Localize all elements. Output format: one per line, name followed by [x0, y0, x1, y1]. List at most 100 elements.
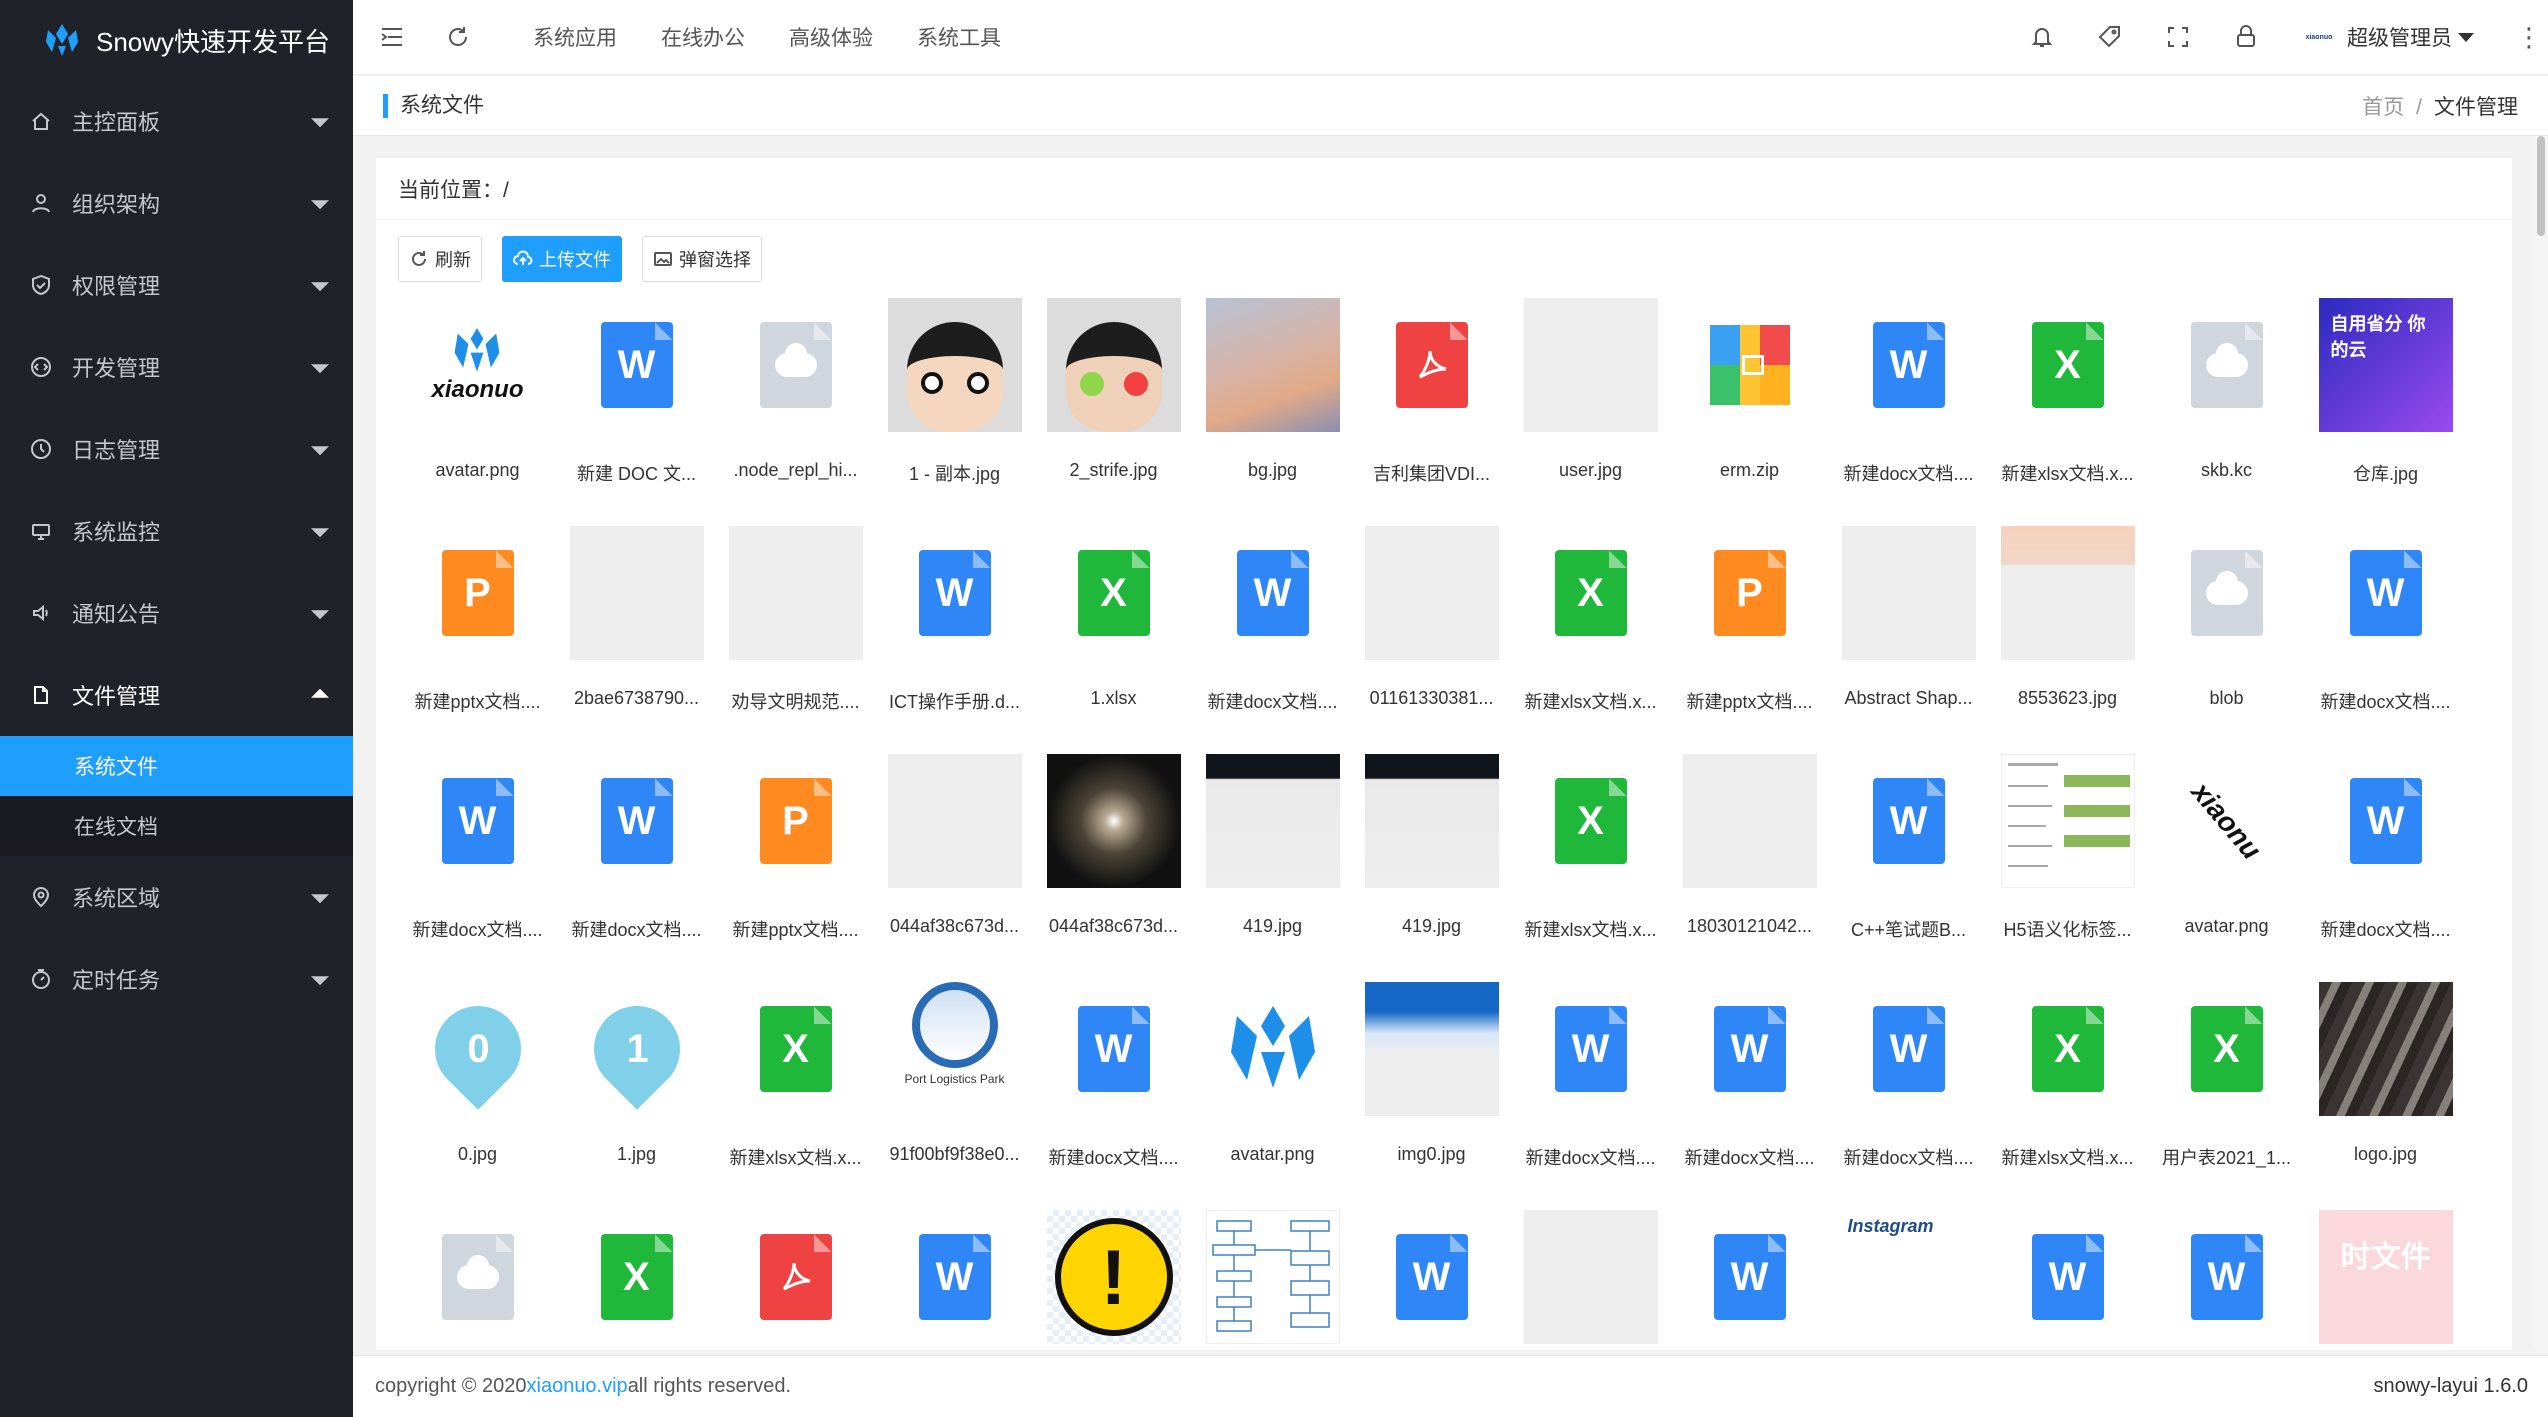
file-item[interactable]: 044af38c673d... — [1034, 754, 1193, 982]
file-item[interactable]: 18030121042... — [1670, 754, 1829, 982]
file-item[interactable]: img0.jpg — [1352, 982, 1511, 1210]
sidebar-item-4[interactable]: 日志管理 — [0, 408, 353, 490]
file-item[interactable]: W — [1988, 1210, 2147, 1350]
top-menu-item-2[interactable]: 高级体验 — [767, 0, 895, 75]
file-item[interactable] — [716, 1210, 875, 1350]
clock-icon — [30, 438, 52, 460]
file-item[interactable]: W 新建docx文档.... — [1670, 982, 1829, 1210]
file-item[interactable]: xiaonuo avatar.png — [398, 298, 557, 526]
file-item[interactable] — [398, 1210, 557, 1350]
top-menu-item-3[interactable]: 系统工具 — [895, 0, 1023, 75]
top-menu-item-0[interactable]: 系统应用 — [511, 0, 639, 75]
file-item[interactable]: W 新建docx文档.... — [1511, 982, 1670, 1210]
file-item[interactable]: W 新建docx文档.... — [2306, 754, 2465, 982]
refresh-button[interactable]: 刷新 — [398, 236, 482, 282]
page-scrollbar[interactable] — [2534, 136, 2548, 1350]
file-item[interactable]: W 新建 DOC 文... — [557, 298, 716, 526]
sidebar-item-5[interactable]: 系统监控 — [0, 490, 353, 572]
file-item[interactable]: 419.jpg — [1352, 754, 1511, 982]
sidebar-item-3[interactable]: 开发管理 — [0, 326, 353, 408]
file-item[interactable]: X 新建xlsx文档.x... — [1511, 526, 1670, 754]
sidebar-item-9[interactable]: 定时任务 — [0, 938, 353, 1020]
word-file-icon: W — [918, 550, 991, 636]
file-item[interactable]: user.jpg — [1511, 298, 1670, 526]
file-item[interactable]: 劝导文明规范.... — [716, 526, 875, 754]
file-item[interactable]: xiaonu avatar.png — [2147, 754, 2306, 982]
file-item[interactable]: X 1.xlsx — [1034, 526, 1193, 754]
file-item[interactable]: 0 0.jpg — [398, 982, 557, 1210]
file-item[interactable]: .node_repl_hi... — [716, 298, 875, 526]
file-item[interactable]: 时文件 — [2306, 1210, 2465, 1350]
tag-icon[interactable] — [2097, 24, 2123, 50]
brand[interactable]: Snowy快速开发平台 — [0, 0, 353, 80]
file-item[interactable]: W — [1670, 1210, 1829, 1350]
file-item[interactable]: W ICT操作手册.d... — [875, 526, 1034, 754]
file-item[interactable]: W 新建docx文档.... — [557, 754, 716, 982]
file-item[interactable]: P 新建pptx文档.... — [398, 526, 557, 754]
file-item[interactable]: Abstract Shap... — [1829, 526, 1988, 754]
file-item[interactable]: avatar.png — [1193, 982, 1352, 1210]
sidebar-subitem-1[interactable]: 在线文档 — [0, 796, 353, 856]
file-item[interactable]: H5语义化标签... — [1988, 754, 2147, 982]
sidebar-item-8[interactable]: 系统区域 — [0, 856, 353, 938]
file-item[interactable]: ! — [1034, 1210, 1193, 1350]
lock-icon[interactable] — [2233, 24, 2259, 50]
file-item[interactable]: P 新建pptx文档.... — [1670, 526, 1829, 754]
sidebar-item-7[interactable]: 文件管理 — [0, 654, 353, 736]
file-item[interactable]: 1 - 副本.jpg — [875, 298, 1034, 526]
menu-toggle-icon[interactable] — [379, 24, 405, 50]
popup-select-button[interactable]: 弹窗选择 — [642, 236, 762, 282]
file-item[interactable]: W 新建docx文档.... — [1829, 982, 1988, 1210]
breadcrumb-home[interactable]: 首页 — [2362, 96, 2404, 119]
file-item[interactable]: Port Logistics Park 91f00bf9f38e0... — [875, 982, 1034, 1210]
file-item[interactable]: X — [557, 1210, 716, 1350]
file-item[interactable]: Instagram — [1829, 1210, 1988, 1350]
file-item[interactable]: 吉利集团VDI... — [1352, 298, 1511, 526]
file-item[interactable]: 044af38c673d... — [875, 754, 1034, 982]
file-item[interactable]: skb.kc — [2147, 298, 2306, 526]
sidebar-item-2[interactable]: 权限管理 — [0, 244, 353, 326]
bell-icon[interactable] — [2029, 24, 2055, 50]
file-item[interactable]: 2_strife.jpg — [1034, 298, 1193, 526]
fullscreen-icon[interactable] — [2165, 24, 2191, 50]
file-item[interactable]: X 新建xlsx文档.x... — [1988, 298, 2147, 526]
more-icon[interactable]: ⋮ — [2516, 24, 2542, 50]
file-item[interactable]: 1 1.jpg — [557, 982, 716, 1210]
file-item[interactable] — [1193, 1210, 1352, 1350]
sidebar-subitem-0[interactable]: 系统文件 — [0, 736, 353, 796]
file-item[interactable]: 自用省分 你的云 仓库.jpg — [2306, 298, 2465, 526]
file-item[interactable]: logo.jpg — [2306, 982, 2465, 1210]
scrollbar-thumb[interactable] — [2537, 136, 2545, 236]
file-item[interactable]: W — [875, 1210, 1034, 1350]
file-item[interactable]: X 新建xlsx文档.x... — [1988, 982, 2147, 1210]
user-menu[interactable]: xiaonuo 超级管理员 — [2301, 22, 2474, 52]
file-item[interactable]: W 新建docx文档.... — [398, 754, 557, 982]
file-item[interactable]: erm.zip — [1670, 298, 1829, 526]
sidebar-item-6[interactable]: 通知公告 — [0, 572, 353, 654]
refresh-icon[interactable] — [445, 24, 471, 50]
file-item[interactable]: 419.jpg — [1193, 754, 1352, 982]
file-name: .node_repl_hi... — [733, 460, 858, 480]
file-item[interactable]: X 新建xlsx文档.x... — [1511, 754, 1670, 982]
file-item[interactable]: W 新建docx文档.... — [1193, 526, 1352, 754]
file-item[interactable]: W 新建docx文档.... — [2306, 526, 2465, 754]
file-item[interactable]: bg.jpg — [1193, 298, 1352, 526]
footer-link[interactable]: xiaonuo.vip — [527, 1375, 628, 1398]
file-item[interactable]: blob — [2147, 526, 2306, 754]
file-item[interactable]: 01161330381... — [1352, 526, 1511, 754]
upload-button[interactable]: 上传文件 — [502, 236, 622, 282]
sidebar-item-0[interactable]: 主控面板 — [0, 80, 353, 162]
file-item[interactable]: 8553623.jpg — [1988, 526, 2147, 754]
file-item[interactable]: P 新建pptx文档.... — [716, 754, 875, 982]
top-menu-item-1[interactable]: 在线办公 — [639, 0, 767, 75]
file-item[interactable]: X 新建xlsx文档.x... — [716, 982, 875, 1210]
file-item[interactable]: W — [2147, 1210, 2306, 1350]
file-item[interactable]: W 新建docx文档.... — [1034, 982, 1193, 1210]
file-item[interactable]: W 新建docx文档.... — [1829, 298, 1988, 526]
file-item[interactable]: X 用户表2021_1... — [2147, 982, 2306, 1210]
file-item[interactable] — [1511, 1210, 1670, 1350]
sidebar-item-1[interactable]: 组织架构 — [0, 162, 353, 244]
file-item[interactable]: W C++笔试题B... — [1829, 754, 1988, 982]
file-item[interactable]: W — [1352, 1210, 1511, 1350]
file-item[interactable]: 2bae6738790... — [557, 526, 716, 754]
